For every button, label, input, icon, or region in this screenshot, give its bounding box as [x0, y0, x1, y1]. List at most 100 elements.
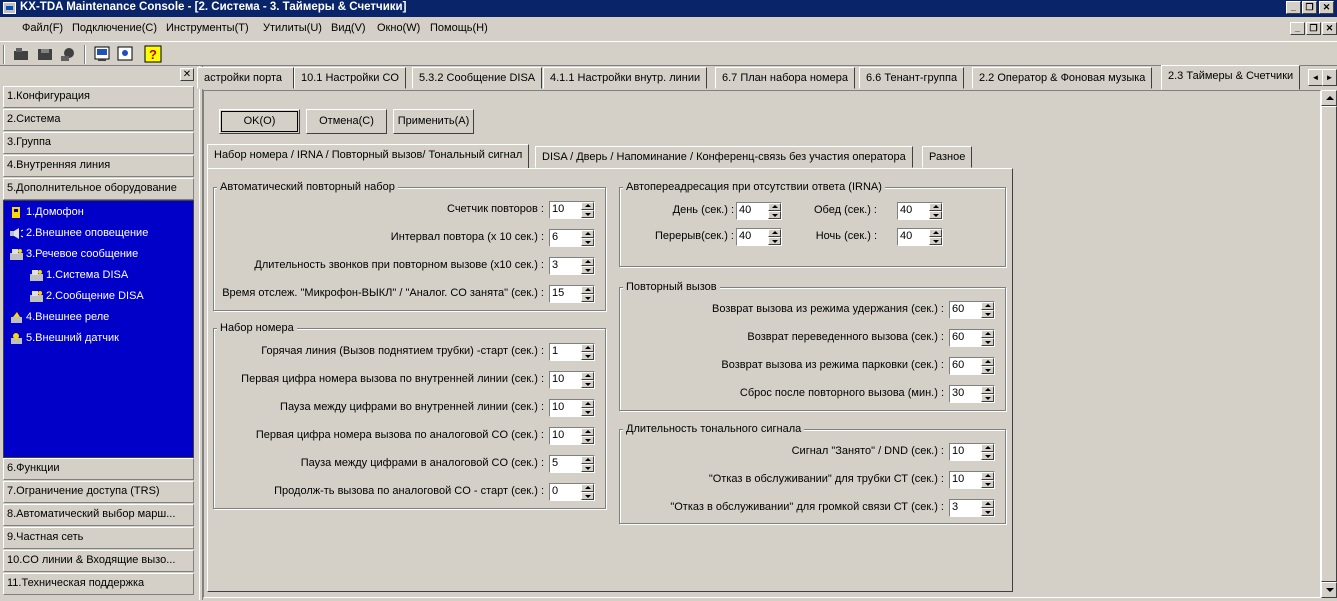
spin-up-button[interactable]	[929, 203, 942, 211]
nav-private-network[interactable]: 9.Частная сеть	[3, 527, 194, 549]
mute-detection-time-spinner[interactable]: 15	[549, 285, 595, 303]
irna-break-spinner[interactable]: 40	[736, 228, 782, 246]
spin-up-button[interactable]	[768, 203, 781, 211]
tab-co-settings[interactable]: 10.1 Настройки CO	[294, 67, 406, 89]
nav-maintenance[interactable]: 11.Техническая поддержка	[3, 573, 194, 595]
transfer-recall-spinner[interactable]: 60	[949, 329, 995, 347]
spin-down-button[interactable]	[981, 366, 994, 374]
irna-day-spinner[interactable]: 40	[736, 202, 782, 220]
spin-down-button[interactable]	[581, 436, 594, 444]
menu-file[interactable]: Файл(F)	[22, 22, 63, 34]
apply-button[interactable]: Применить(A)	[393, 109, 474, 134]
subtab-dialing-irna[interactable]: Набор номера / IRNA / Повторный вызов/ Т…	[207, 144, 529, 169]
spin-down-button[interactable]	[581, 380, 594, 388]
spin-up-button[interactable]	[581, 344, 594, 352]
menu-view[interactable]: Вид(V)	[331, 22, 366, 34]
spin-up-button[interactable]	[981, 444, 994, 452]
save-icon[interactable]	[36, 45, 54, 63]
minimize-button[interactable]: _	[1286, 1, 1301, 14]
restore-button[interactable]: ❐	[1302, 1, 1317, 14]
tab-port-settings[interactable]: астройки порта	[197, 67, 294, 89]
spin-up-button[interactable]	[981, 330, 994, 338]
tree-item-external-relay[interactable]: 4.Внешнее реле	[9, 309, 109, 327]
busy-dnd-tone-spinner[interactable]: 10	[949, 443, 995, 461]
spin-up-button[interactable]	[981, 386, 994, 394]
spin-down-button[interactable]	[981, 310, 994, 318]
spin-up-button[interactable]	[581, 372, 594, 380]
ok-button[interactable]: OK(O)	[219, 109, 300, 134]
scroll-up-button[interactable]	[1321, 90, 1337, 106]
hot-line-start-spinner[interactable]: 1	[549, 343, 595, 361]
irna-lunch-spinner[interactable]: 40	[897, 202, 943, 220]
spin-down-button[interactable]	[768, 237, 781, 245]
tab-extension-settings[interactable]: 4.1.1 Настройки внутр. линии	[543, 67, 708, 89]
co-first-digit-spinner[interactable]: 10	[549, 427, 595, 445]
tab-scroll-left-button[interactable]: ◄	[1308, 69, 1323, 86]
subtab-disa-door[interactable]: DISA / Дверь / Напоминание / Конференц-с…	[535, 146, 913, 168]
tab-disa-message[interactable]: 5.3.2 Сообщение DISA	[412, 67, 543, 89]
tab-timers-counters[interactable]: 2.3 Таймеры & Счетчики	[1161, 65, 1301, 90]
nav-ars[interactable]: 8.Автоматический выбор марш...	[3, 504, 194, 526]
redial-interval-spinner[interactable]: 6	[549, 229, 595, 247]
spin-down-button[interactable]	[581, 238, 594, 246]
spin-up-button[interactable]	[581, 230, 594, 238]
tab-operator-bgm[interactable]: 2.2 Оператор & Фоновая музыка	[972, 67, 1153, 89]
nav-configuration[interactable]: 1.Конфигурация	[3, 86, 194, 108]
nav-group[interactable]: 3.Группа	[3, 132, 194, 154]
spin-down-button[interactable]	[581, 492, 594, 500]
connect-icon[interactable]	[59, 45, 77, 63]
tab-dial-plan[interactable]: 6.7 План набора номера	[715, 67, 855, 89]
spin-down-button[interactable]	[768, 211, 781, 219]
spin-down-button[interactable]	[929, 211, 942, 219]
panel-close-button[interactable]: ✕	[180, 68, 194, 81]
redial-ring-duration-spinner[interactable]: 3	[549, 257, 595, 275]
menu-window[interactable]: Окно(W)	[377, 22, 420, 34]
scroll-down-button[interactable]	[1321, 582, 1337, 598]
menu-utilities[interactable]: Утилиты(U)	[263, 22, 322, 34]
tree-item-voice-message[interactable]: 3.Речевое сообщение	[9, 246, 138, 264]
spin-up-button[interactable]	[929, 229, 942, 237]
nav-co-lines[interactable]: 10.CO линии & Входящие вызо...	[3, 550, 194, 572]
spin-down-button[interactable]	[581, 266, 594, 274]
close-button[interactable]: ✕	[1319, 1, 1334, 14]
spin-down-button[interactable]	[581, 352, 594, 360]
spin-down-button[interactable]	[981, 508, 994, 516]
disconnect-after-recall-spinner[interactable]: 30	[949, 385, 995, 403]
nav-extension[interactable]: 4.Внутренняя линия	[3, 155, 194, 177]
redial-count-spinner[interactable]: 10	[549, 201, 595, 219]
nav-optional-equipment[interactable]: 5.Дополнительное оборудование	[3, 178, 194, 200]
spin-down-button[interactable]	[981, 480, 994, 488]
menu-help[interactable]: Помощь(H)	[430, 22, 488, 34]
spin-up-button[interactable]	[581, 484, 594, 492]
report-icon[interactable]	[116, 45, 134, 63]
mdi-close-button[interactable]: ✕	[1322, 22, 1337, 35]
menu-connect[interactable]: Подключение(C)	[72, 22, 157, 34]
spin-up-button[interactable]	[981, 500, 994, 508]
nav-features[interactable]: 6.Функции	[3, 458, 194, 480]
help-icon[interactable]: ?	[144, 45, 162, 63]
spin-up-button[interactable]	[581, 258, 594, 266]
reorder-tone-handsfree-spinner[interactable]: 3	[949, 499, 995, 517]
irna-night-spinner[interactable]: 40	[897, 228, 943, 246]
spin-down-button[interactable]	[981, 452, 994, 460]
tab-scroll-right-button[interactable]: ►	[1322, 69, 1337, 86]
nav-trs[interactable]: 7.Ограничение доступа (TRS)	[3, 481, 194, 503]
cancel-button[interactable]: Отмена(C)	[306, 109, 387, 134]
spin-down-button[interactable]	[581, 408, 594, 416]
disconnect-icon[interactable]	[12, 45, 30, 63]
co-call-duration-start-spinner[interactable]: 0	[549, 483, 595, 501]
scroll-thumb[interactable]	[1321, 106, 1337, 582]
spin-up-button[interactable]	[981, 472, 994, 480]
spin-up-button[interactable]	[581, 286, 594, 294]
nav-system[interactable]: 2.Система	[3, 109, 194, 131]
menu-tools[interactable]: Инструменты(T)	[166, 22, 249, 34]
tab-tenant-group[interactable]: 6.6 Тенант-группа	[859, 67, 965, 89]
spin-up-button[interactable]	[768, 229, 781, 237]
co-inter-digit-spinner[interactable]: 5	[549, 455, 595, 473]
spin-down-button[interactable]	[581, 210, 594, 218]
system-info-icon[interactable]	[93, 45, 111, 63]
ext-inter-digit-spinner[interactable]: 10	[549, 399, 595, 417]
hold-recall-spinner[interactable]: 60	[949, 301, 995, 319]
reorder-tone-handset-spinner[interactable]: 10	[949, 471, 995, 489]
subtab-misc[interactable]: Разное	[922, 146, 973, 168]
